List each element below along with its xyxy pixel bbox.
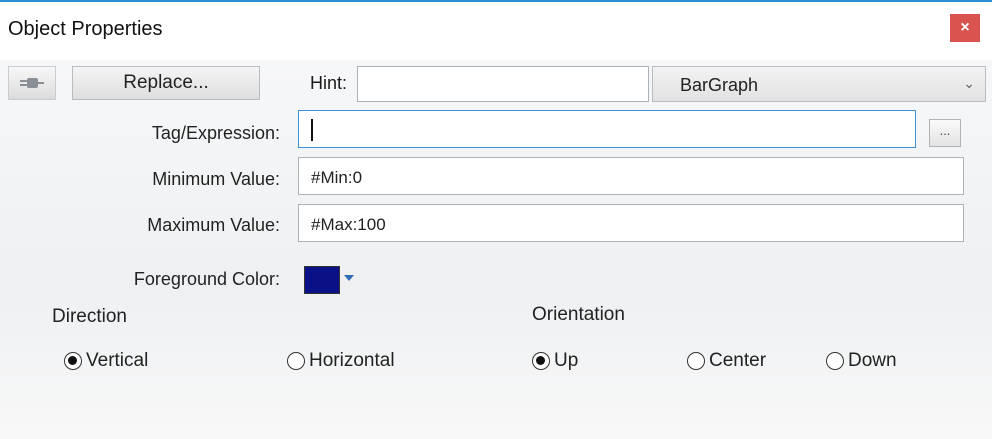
orientation-up-radio[interactable]: Up	[532, 350, 578, 372]
minimum-value-label: Minimum Value:	[152, 169, 280, 189]
direction-vertical-radio[interactable]: Vertical	[64, 350, 148, 372]
dialog-body: Replace... Hint: BarGraph ⌄ Tag/Expressi…	[0, 60, 992, 439]
orientation-down-radio[interactable]: Down	[826, 350, 897, 372]
direction-vertical-label: Vertical	[86, 350, 149, 371]
tag-expression-label: Tag/Expression:	[151, 123, 280, 143]
chevron-down-icon: ⌄	[963, 75, 975, 91]
plug-icon	[20, 78, 44, 88]
maximum-value-input[interactable]: #Max:100	[298, 204, 964, 242]
object-properties-window: Object Properties × Replace... Hint: Bar…	[0, 0, 992, 439]
object-type-select[interactable]: BarGraph ⌄	[652, 66, 986, 102]
foreground-color-swatch	[304, 266, 340, 294]
browse-button[interactable]: ...	[929, 119, 961, 147]
window-title: Object Properties	[8, 18, 163, 40]
dropdown-arrow-icon	[344, 275, 354, 281]
orientation-center-radio[interactable]: Center	[687, 350, 766, 372]
foreground-color-label: Foreground Color:	[133, 269, 280, 289]
orientation-up-label: Up	[554, 350, 579, 371]
orientation-center-label: Center	[709, 350, 767, 371]
hint-input[interactable]	[357, 66, 649, 102]
direction-label: Direction	[52, 306, 127, 327]
radio-selected-icon	[532, 352, 550, 370]
plug-button[interactable]	[8, 66, 56, 100]
tag-expression-input[interactable]	[298, 110, 916, 148]
close-button[interactable]: ×	[950, 14, 980, 42]
replace-button[interactable]: Replace...	[72, 66, 260, 100]
orientation-label: Orientation	[532, 304, 625, 325]
title-bar: Object Properties ×	[0, 2, 992, 60]
minimum-value-input[interactable]: #Min:0	[298, 157, 964, 195]
radio-unselected-icon	[687, 352, 705, 370]
foreground-color-picker[interactable]	[298, 262, 358, 298]
hint-label: Hint:	[310, 73, 348, 93]
radio-unselected-icon	[826, 352, 844, 370]
text-caret	[311, 119, 313, 141]
object-type-value: BarGraph	[680, 75, 759, 95]
direction-horizontal-radio[interactable]: Horizontal	[287, 350, 395, 372]
direction-horizontal-label: Horizontal	[309, 350, 395, 371]
maximum-value-label: Maximum Value:	[147, 215, 280, 235]
radio-selected-icon	[64, 352, 82, 370]
radio-unselected-icon	[287, 352, 305, 370]
orientation-down-label: Down	[848, 350, 897, 371]
